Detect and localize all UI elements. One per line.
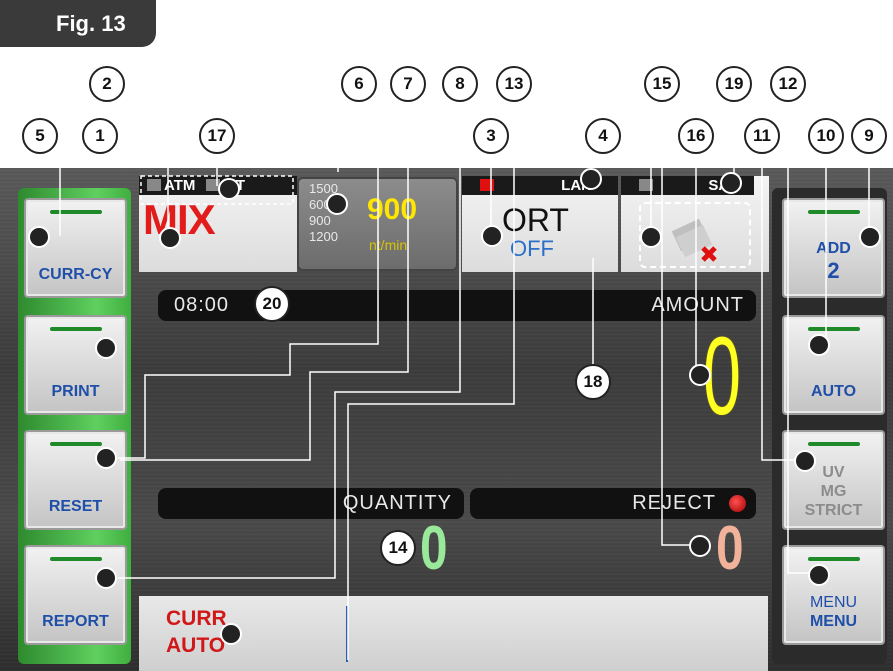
callout-dot — [95, 447, 117, 469]
callout-dot — [481, 225, 503, 247]
callout-dot — [808, 334, 830, 356]
callout-16: 16 — [678, 118, 714, 154]
callout-dot — [28, 226, 50, 248]
callout-20: 20 — [254, 286, 290, 322]
callout-dot — [720, 172, 742, 194]
callout-dot — [689, 364, 711, 386]
callout-18: 18 — [575, 364, 611, 400]
callout-13: 13 — [496, 66, 532, 102]
callout-5: 5 — [22, 118, 58, 154]
callout-15: 15 — [644, 66, 680, 102]
callout-dot — [808, 564, 830, 586]
callout-dot — [326, 193, 348, 215]
callout-17: 17 — [199, 118, 235, 154]
callout-dot — [159, 227, 181, 249]
callout-dot — [689, 535, 711, 557]
callout-dot — [640, 226, 662, 248]
callout-7: 7 — [390, 66, 426, 102]
callout-8: 8 — [442, 66, 478, 102]
callout-dot — [220, 623, 242, 645]
callout-6: 6 — [341, 66, 377, 102]
callout-11: 11 — [744, 118, 780, 154]
callout-4: 4 — [585, 118, 621, 154]
callout-2: 2 — [89, 66, 125, 102]
callout-dot — [218, 178, 240, 200]
callout-dot — [794, 450, 816, 472]
callout-dot — [859, 226, 881, 248]
callout-dot — [580, 168, 602, 190]
callout-dot — [95, 567, 117, 589]
callout-3: 3 — [473, 118, 509, 154]
callout-dot — [95, 337, 117, 359]
callout-9: 9 — [851, 118, 887, 154]
callout-1: 1 — [82, 118, 118, 154]
callout-19: 19 — [716, 66, 752, 102]
callout-10: 10 — [808, 118, 844, 154]
callout-12: 12 — [770, 66, 806, 102]
callout-14: 14 — [380, 530, 416, 566]
callout-leader-lines — [59, 83, 870, 660]
